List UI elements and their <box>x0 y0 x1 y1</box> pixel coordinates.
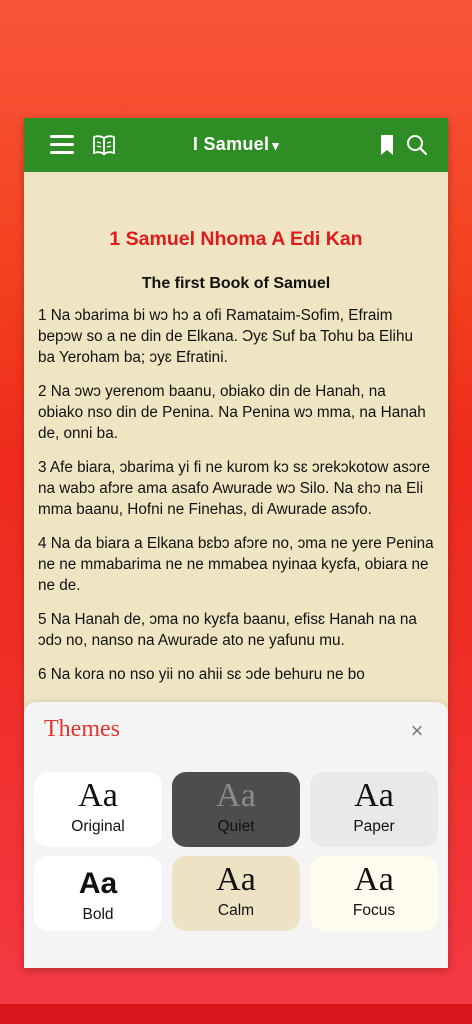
verse: 4 Na da biara a Elkana bɛbɔ afɔre no, ɔm… <box>38 535 434 594</box>
search-icon[interactable] <box>406 134 428 156</box>
theme-name: Calm <box>217 902 255 919</box>
book-heading: 1 Samuel Nhoma A Edi Kan <box>109 228 363 250</box>
theme-name: Focus <box>352 902 396 919</box>
chevron-down-icon: ▾ <box>272 138 280 153</box>
verse-list: 1 Na ɔbarima bi wɔ hɔ a ofi Ramataim-Sof… <box>38 305 434 685</box>
theme-name: Quiet <box>217 818 255 835</box>
theme-quiet-button[interactable]: Aa Quiet <box>172 772 300 847</box>
background-bottom-strip <box>0 1004 472 1024</box>
theme-sample: Aa <box>78 867 118 900</box>
verse: 6 Na kora no nso yii no ahii sɛ ɔde behu… <box>38 666 365 683</box>
theme-focus-button[interactable]: Aa Focus <box>310 856 438 931</box>
theme-sample: Aa <box>216 861 256 898</box>
verse: 1 Na ɔbarima bi wɔ hɔ a ofi Ramataim-Sof… <box>38 307 413 366</box>
top-toolbar: I Samuel ▾ <box>24 118 448 172</box>
verse: 5 Na Hanah de, ɔma no kyɛfa baanu, efisɛ… <box>38 611 417 649</box>
theme-sample: Aa <box>78 777 118 814</box>
bookmark-icon[interactable] <box>380 134 394 156</box>
theme-sample: Aa <box>354 777 394 814</box>
verse: 3 Afe biara, ɔbarima yi fi ne kurom kɔ s… <box>38 459 431 518</box>
reader-window: I Samuel ▾ 1 Samuel Nhoma A Edi Kan The f… <box>24 118 448 968</box>
theme-bold-button[interactable]: Aa Bold <box>34 856 162 931</box>
theme-sample: Aa <box>354 861 394 898</box>
theme-sample: Aa <box>216 777 256 814</box>
close-icon[interactable]: × <box>408 720 426 742</box>
theme-name: Original <box>71 818 125 835</box>
themes-title: Themes <box>44 716 120 742</box>
chapter-content: 1 Samuel Nhoma A Edi Kan The first Book … <box>24 228 448 685</box>
verse: 2 Na ɔwɔ yerenom baanu, obiako din de Ha… <box>38 383 426 442</box>
theme-calm-button[interactable]: Aa Calm <box>172 856 300 931</box>
theme-original-button[interactable]: Aa Original <box>34 772 162 847</box>
theme-paper-button[interactable]: Aa Paper <box>310 772 438 847</box>
theme-name: Paper <box>353 818 395 835</box>
themes-panel: Themes × Aa Original Aa Quiet Aa Paper A… <box>24 702 448 968</box>
theme-name: Bold <box>82 906 114 923</box>
book-title: I Samuel <box>192 134 270 154</box>
book-subtitle: The first Book of Samuel <box>141 275 331 292</box>
